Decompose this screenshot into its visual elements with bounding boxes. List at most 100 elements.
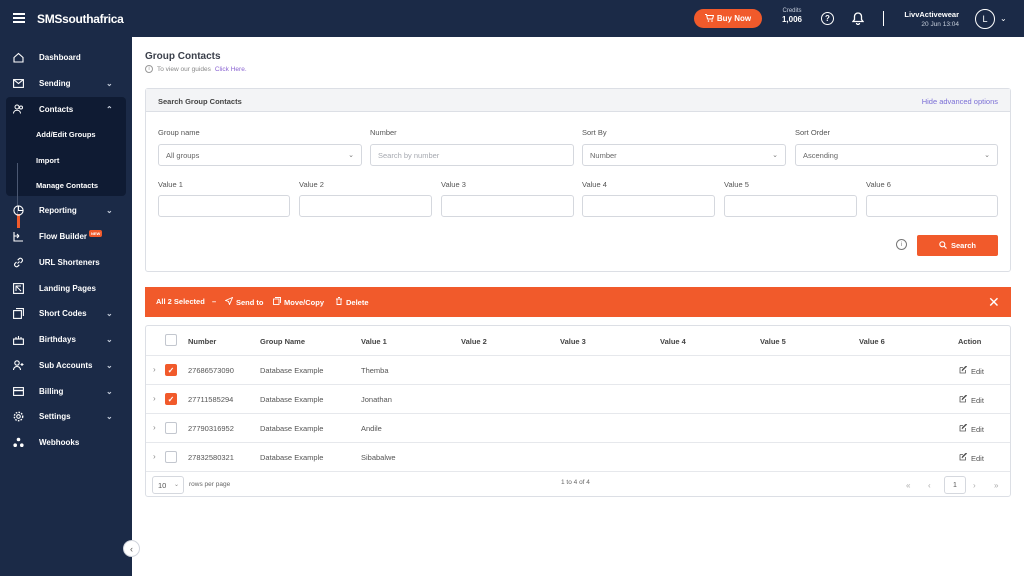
column-header-group-name[interactable]: Group Name — [260, 337, 305, 346]
info-icon[interactable]: i — [896, 239, 907, 250]
delete-label: Delete — [346, 297, 369, 307]
first-page-icon[interactable]: « — [906, 481, 910, 490]
collapse-sidebar-button[interactable]: ‹ — [123, 540, 140, 557]
sidebar-item-settings[interactable]: Settings ⌄ — [0, 404, 132, 428]
sidebar-item-label: Birthdays — [39, 334, 76, 344]
sidebar-item-short-codes[interactable]: Short Codes ⌄ — [0, 301, 132, 325]
sidebar-item-birthdays[interactable]: Birthdays ⌄ — [0, 327, 132, 351]
column-header-number[interactable]: Number — [188, 337, 216, 346]
sidebar-item-label: Reporting — [39, 205, 77, 215]
new-badge: NEW — [89, 230, 103, 237]
table-row: › 27790316952 Database Example Andile Ed… — [146, 413, 1010, 442]
sidebar-item-label: Flow Builder — [39, 231, 87, 241]
sidebar-item-label: Short Codes — [39, 308, 87, 318]
value-5-input[interactable] — [724, 195, 857, 217]
chevron-down-icon: ⌄ — [106, 205, 113, 215]
rows-per-page-label: rows per page — [189, 481, 231, 488]
sidebar-item-landing-pages[interactable]: Landing Pages — [0, 276, 132, 300]
row-checkbox[interactable]: ✓ — [165, 393, 177, 405]
user-plus-icon — [12, 359, 24, 371]
sidebar-item-webhooks[interactable]: Webhooks — [0, 430, 132, 454]
sidebar-item-sending[interactable]: Sending ⌄ — [0, 71, 132, 95]
value-2-input[interactable] — [299, 195, 432, 217]
edit-label: Edit — [971, 424, 984, 434]
value-5-label: Value 5 — [724, 180, 749, 189]
sidebar-item-billing[interactable]: Billing ⌄ — [0, 379, 132, 403]
gear-icon — [12, 410, 24, 422]
group-name-select[interactable]: All groups ⌄ — [158, 144, 362, 166]
cell-number: 27790316952 — [188, 424, 234, 433]
sidebar-sub-add-edit-groups[interactable]: Add/Edit Groups — [36, 130, 96, 139]
edit-label: Edit — [971, 366, 984, 376]
sidebar: Dashboard Sending ⌄ Contacts ⌃ Add/Edit … — [0, 37, 132, 576]
chevron-down-icon[interactable]: ⌄ — [1000, 14, 1007, 23]
hide-advanced-options-link[interactable]: Hide advanced options — [922, 97, 998, 106]
sidebar-sub-import[interactable]: Import — [36, 156, 59, 165]
edit-button[interactable]: Edit — [959, 423, 984, 434]
send-to-button[interactable]: Send to — [224, 296, 264, 307]
sidebar-sub-manage-contacts[interactable]: Manage Contacts — [36, 181, 98, 190]
all-selected-text: All 2 Selected — [156, 297, 205, 306]
column-header-value-6[interactable]: Value 6 — [859, 337, 885, 346]
current-page[interactable]: 1 — [944, 476, 966, 494]
logo[interactable]: SMSsouthafrica — [37, 12, 124, 26]
sidebar-item-contacts[interactable]: Contacts ⌃ — [0, 97, 132, 121]
chart-icon — [12, 204, 24, 216]
cell-value-1: Sibabalwe — [361, 453, 396, 462]
sort-order-value: Ascending — [803, 150, 839, 160]
expand-row-icon[interactable]: › — [153, 365, 156, 374]
copy-icon — [273, 297, 281, 307]
expand-row-icon[interactable]: › — [153, 452, 156, 461]
buy-now-button[interactable]: Buy Now — [694, 9, 762, 28]
guides-link[interactable]: Click Here. — [215, 66, 247, 73]
last-page-icon[interactable]: » — [994, 481, 998, 490]
bell-icon[interactable] — [851, 12, 865, 26]
home-icon — [12, 51, 24, 63]
value-6-input[interactable] — [866, 195, 998, 217]
table-row: › ✓ 27711585294 Database Example Jonatha… — [146, 384, 1010, 413]
sidebar-item-dashboard[interactable]: Dashboard — [0, 45, 132, 69]
sort-order-select[interactable]: Ascending ⌄ — [795, 144, 998, 166]
column-header-value-4[interactable]: Value 4 — [660, 337, 686, 346]
sidebar-item-url-shorteners[interactable]: URL Shorteners — [0, 250, 132, 274]
value-4-input[interactable] — [582, 195, 715, 217]
row-checkbox[interactable] — [165, 422, 177, 434]
sidebar-item-flow-builder[interactable]: Flow Builder — [0, 224, 132, 248]
value-1-input[interactable] — [158, 195, 290, 217]
column-header-value-3[interactable]: Value 3 — [560, 337, 586, 346]
edit-button[interactable]: Edit — [959, 365, 984, 376]
rows-per-page-select[interactable]: 10 ⌄ — [152, 476, 184, 494]
select-all-checkbox[interactable] — [165, 334, 177, 346]
cell-group: Database Example — [260, 366, 324, 375]
sidebar-item-reporting[interactable]: Reporting ⌄ — [0, 198, 132, 222]
edit-button[interactable]: Edit — [959, 452, 984, 463]
chevron-down-icon: ⌄ — [106, 334, 113, 344]
help-icon[interactable]: ? — [821, 12, 834, 25]
prev-page-icon[interactable]: ‹ — [928, 481, 931, 490]
next-page-icon[interactable]: › — [973, 481, 976, 490]
cell-number: 27686573090 — [188, 366, 234, 375]
column-header-value-2[interactable]: Value 2 — [461, 337, 487, 346]
number-input[interactable]: Search by number — [370, 144, 574, 166]
row-checkbox[interactable]: ✓ — [165, 364, 177, 376]
column-header-value-1[interactable]: Value 1 — [361, 337, 387, 346]
move-copy-button[interactable]: Move/Copy — [273, 297, 324, 307]
sidebar-item-label: URL Shorteners — [39, 257, 100, 267]
row-checkbox[interactable] — [165, 451, 177, 463]
close-icon[interactable]: ✕ — [988, 294, 1000, 311]
selection-dash: – — [212, 297, 217, 306]
column-header-value-5[interactable]: Value 5 — [760, 337, 786, 346]
sort-by-select[interactable]: Number ⌄ — [582, 144, 786, 166]
edit-button[interactable]: Edit — [959, 394, 984, 405]
sidebar-item-sub-accounts[interactable]: Sub Accounts ⌄ — [0, 353, 132, 377]
search-button[interactable]: Search — [917, 235, 998, 256]
value-3-input[interactable] — [441, 195, 574, 217]
avatar[interactable]: L — [975, 9, 995, 29]
user-name: LivvActivewear — [904, 10, 959, 19]
hamburger-menu-icon[interactable] — [13, 13, 25, 23]
flow-icon — [12, 230, 24, 242]
delete-button[interactable]: Delete — [335, 297, 369, 307]
expand-row-icon[interactable]: › — [153, 394, 156, 403]
guides-text: To view our guides — [157, 65, 211, 73]
expand-row-icon[interactable]: › — [153, 423, 156, 432]
